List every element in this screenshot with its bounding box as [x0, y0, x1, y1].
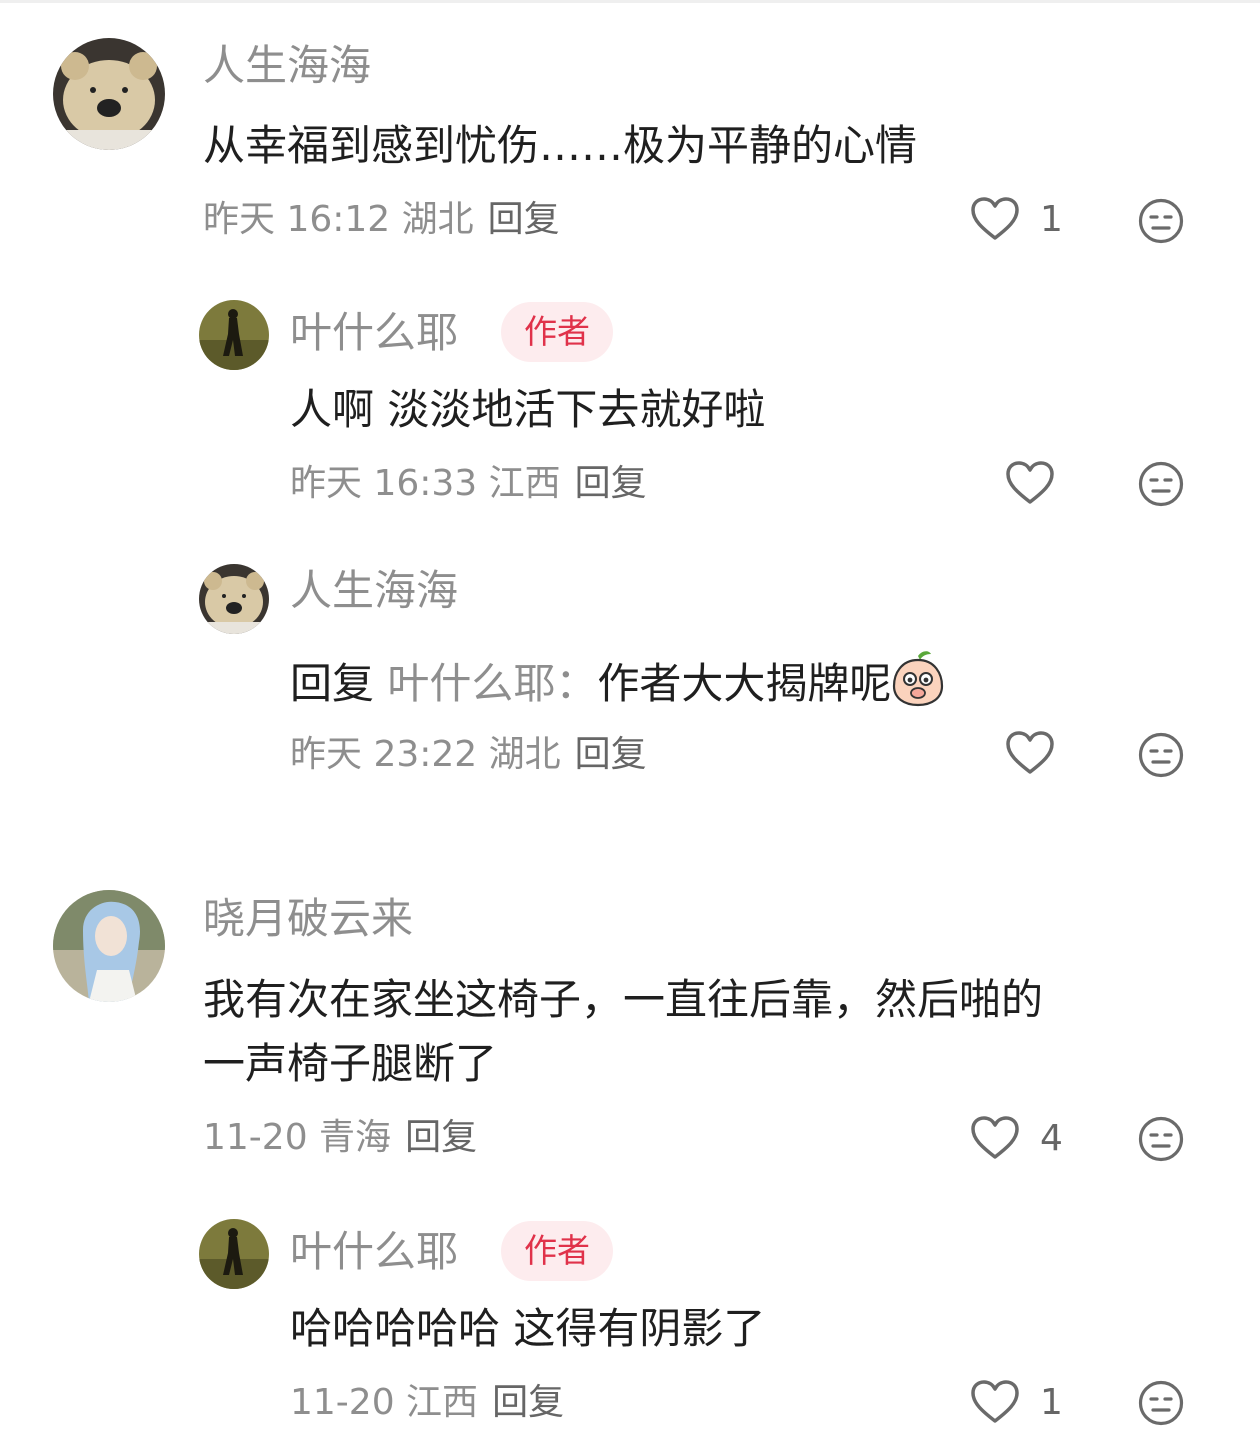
like-count: 1: [1040, 1381, 1063, 1423]
neutral-face-icon[interactable]: [1138, 198, 1184, 244]
author-badge: 作者: [501, 1221, 613, 1281]
like-button[interactable]: 1: [970, 1379, 1063, 1425]
like-button[interactable]: [1005, 730, 1055, 776]
reply-text: 哈哈哈哈哈 这得有阴影了: [290, 1304, 766, 1353]
neutral-face-icon[interactable]: [1138, 732, 1184, 778]
heart-outline-icon: [1006, 461, 1054, 504]
avatar-author[interactable]: [199, 300, 269, 370]
heart-outline-icon: [971, 1116, 1019, 1159]
reply-button[interactable]: 回复: [405, 1117, 477, 1158]
like-count: 1: [1040, 198, 1063, 240]
avatar-dog[interactable]: [199, 564, 269, 634]
avatar-blue-hair[interactable]: [53, 890, 165, 1002]
reply-author-name[interactable]: 叶什么耶: [290, 1231, 458, 1273]
reply-body: 作者大大揭牌呢: [597, 659, 892, 708]
peach-emoji: [893, 651, 944, 707]
like-button[interactable]: 4: [970, 1115, 1063, 1161]
neutral-face-icon[interactable]: [1138, 1116, 1184, 1162]
reply-time-location: 11-20 江西: [290, 1382, 479, 1423]
top-divider: [0, 0, 1260, 3]
reply-text: 人啊 淡淡地活下去就好啦: [290, 385, 766, 434]
comment-text-line2: 一声椅子腿断了: [203, 1039, 498, 1088]
comment-meta: 11-20 青海 回复: [203, 1120, 477, 1156]
reply-target-name[interactable]: 叶什么耶：: [387, 659, 597, 708]
reply-meta: 昨天 16:33 江西 回复: [290, 466, 647, 502]
reply-button[interactable]: 回复: [492, 1382, 564, 1423]
like-count: 4: [1040, 1117, 1063, 1159]
comment-time-location: 昨天 16:12 湖北: [203, 199, 474, 240]
avatar-dog[interactable]: [53, 38, 165, 150]
reply-button[interactable]: 回复: [488, 199, 560, 240]
neutral-face-icon[interactable]: [1138, 461, 1184, 507]
reply-button[interactable]: 回复: [575, 734, 647, 775]
reply-time-location: 昨天 16:33 江西: [290, 463, 561, 504]
author-badge: 作者: [501, 302, 613, 362]
reply-text: 回复 叶什么耶：作者大大揭牌呢: [290, 648, 945, 716]
comment-author-name[interactable]: 晓月破云来: [203, 898, 413, 940]
reply-time-location: 昨天 23:22 湖北: [290, 734, 561, 775]
comment-time-location: 11-20 青海: [203, 1117, 392, 1158]
comment-meta: 昨天 16:12 湖北 回复: [203, 202, 560, 238]
like-button[interactable]: 1: [970, 196, 1063, 242]
heart-outline-icon: [971, 1380, 1019, 1423]
reply-prefix: 回复: [290, 659, 375, 708]
comment-text-line1: 我有次在家坐这椅子，一直往后靠，然后啪的: [203, 975, 1044, 1024]
comment-text: 从幸福到感到忧伤……极为平静的心情: [203, 121, 918, 170]
comment-author-name[interactable]: 人生海海: [203, 45, 371, 87]
avatar-author[interactable]: [199, 1219, 269, 1289]
neutral-face-icon[interactable]: [1138, 1380, 1184, 1426]
reply-meta: 昨天 23:22 湖北 回复: [290, 737, 647, 773]
reply-button[interactable]: 回复: [575, 463, 647, 504]
heart-outline-icon: [1006, 731, 1054, 774]
reply-meta: 11-20 江西 回复: [290, 1385, 564, 1421]
reply-author-name[interactable]: 叶什么耶: [290, 312, 458, 354]
heart-outline-icon: [971, 197, 1019, 240]
like-button[interactable]: [1005, 460, 1055, 506]
reply-author-name[interactable]: 人生海海: [290, 570, 458, 612]
